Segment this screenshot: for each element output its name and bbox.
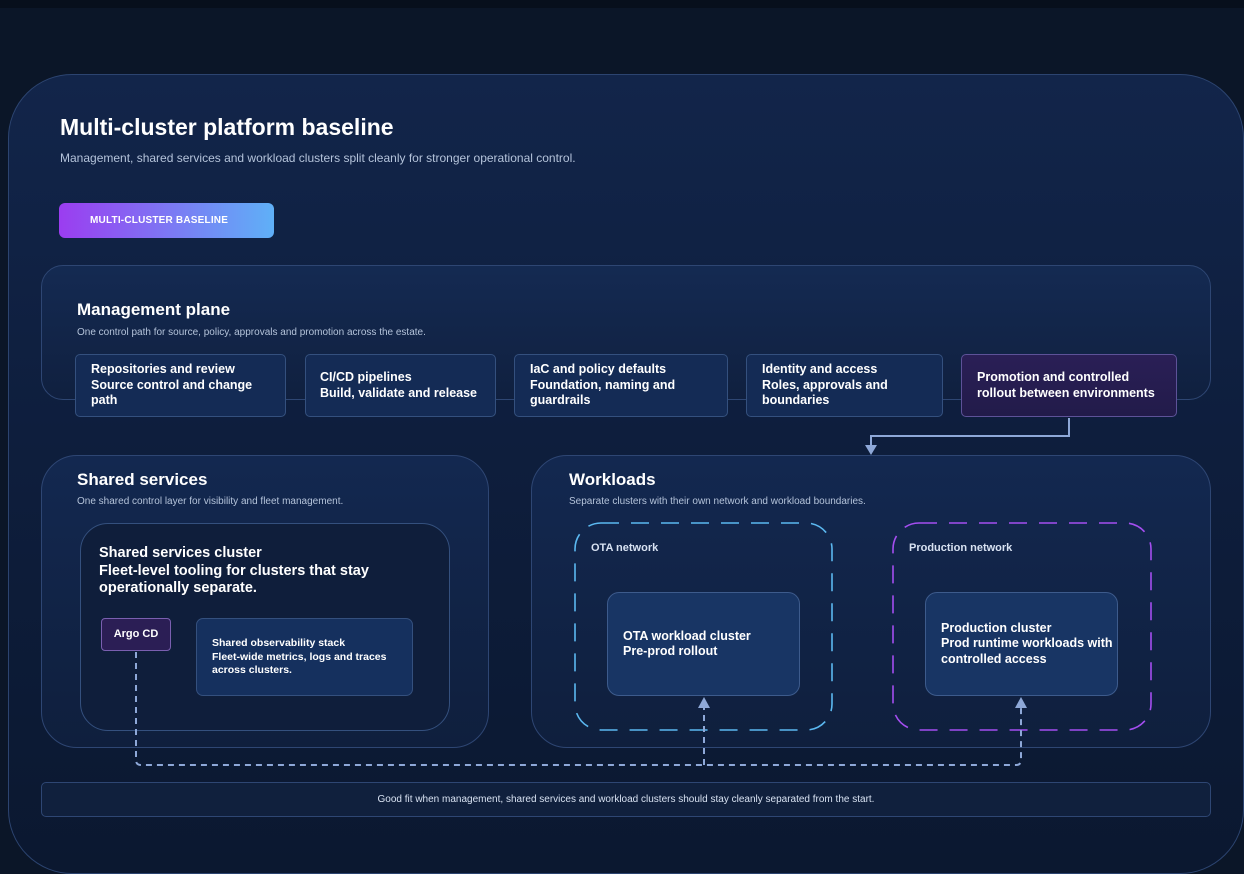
ota-workload-cluster: OTA workload cluster Pre-prod rollout bbox=[607, 592, 800, 696]
shared-cluster-detail: Fleet-level tooling for clusters that st… bbox=[99, 562, 369, 597]
ota-cluster-title: OTA workload cluster bbox=[623, 628, 751, 643]
top-strip bbox=[0, 0, 1244, 8]
card-title: Repositories and review bbox=[91, 362, 235, 377]
shared-services-title: Shared services bbox=[77, 470, 208, 489]
ota-network-label: OTA network bbox=[591, 542, 659, 554]
argo-cd-node: Argo CD bbox=[101, 618, 171, 651]
shared-cluster-title: Shared services cluster bbox=[99, 545, 262, 561]
ota-cluster-detail: Pre-prod rollout bbox=[623, 644, 718, 658]
card-detail: Foundation, naming and guardrails bbox=[530, 377, 676, 408]
card-detail: Source control and change path bbox=[91, 377, 253, 408]
observability-title: Shared observability stack bbox=[212, 637, 346, 649]
workloads-subtitle: Separate clusters with their own network… bbox=[569, 496, 866, 507]
shared-cluster-text: Shared services cluster Fleet-level tool… bbox=[99, 545, 419, 598]
observability-stack-node: Shared observability stack Fleet-wide me… bbox=[196, 618, 413, 696]
card-detail: Roles, approvals and boundaries bbox=[762, 377, 888, 408]
management-plane-title: Management plane bbox=[77, 300, 231, 319]
card-title: CI/CD pipelines bbox=[320, 370, 412, 384]
card-iac-policy: IaC and policy defaults Foundation, namin… bbox=[514, 354, 728, 417]
card-title: Promotion and controlled rollout between… bbox=[977, 370, 1155, 400]
card-cicd: CI/CD pipelines Build, validate and relea… bbox=[305, 354, 496, 417]
production-network-label: Production network bbox=[909, 542, 1013, 554]
shared-services-subtitle: One shared control layer for visibility … bbox=[77, 496, 344, 507]
prod-cluster-detail: Prod runtime workloads with controlled a… bbox=[941, 636, 1113, 666]
card-repositories: Repositories and review Source control an… bbox=[75, 354, 286, 417]
card-promotion: Promotion and controlled rollout between… bbox=[961, 354, 1177, 417]
production-cluster: Production cluster Prod runtime workloads… bbox=[925, 592, 1118, 696]
card-title: IaC and policy defaults bbox=[530, 362, 667, 377]
prod-cluster-title: Production cluster bbox=[941, 620, 1052, 635]
card-identity-access: Identity and access Roles, approvals and … bbox=[746, 354, 943, 417]
page-subtitle: Management, shared services and workload… bbox=[60, 151, 576, 165]
management-plane-subtitle: One control path for source, policy, app… bbox=[77, 327, 426, 338]
page-title: Multi-cluster platform baseline bbox=[60, 114, 394, 140]
workloads-title: Workloads bbox=[569, 470, 656, 489]
observability-detail: Fleet-wide metrics, logs and traces acro… bbox=[212, 650, 387, 677]
card-title: Identity and access bbox=[762, 362, 878, 377]
card-detail: Build, validate and release bbox=[320, 385, 478, 400]
baseline-badge: MULTI-CLUSTER BASELINE bbox=[59, 203, 274, 238]
footer-note: Good fit when management, shared service… bbox=[41, 782, 1211, 817]
